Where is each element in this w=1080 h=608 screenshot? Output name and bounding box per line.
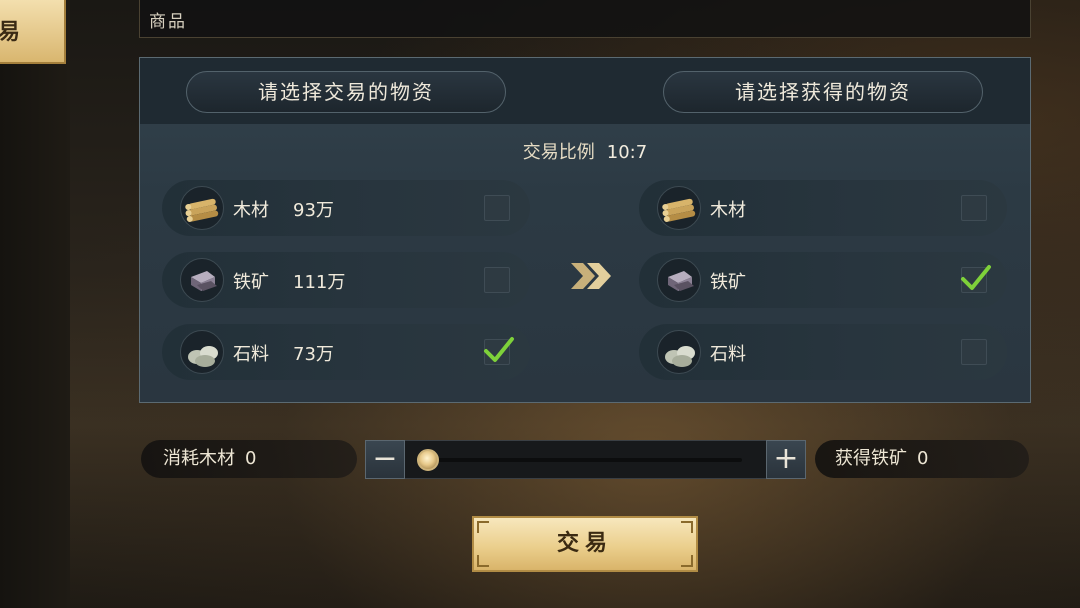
get-item-iron[interactable]: 铁矿: [639, 252, 1007, 308]
quantity-slider[interactable]: [405, 440, 766, 479]
ratio-value: 10:7: [606, 142, 648, 163]
slider-line: [433, 458, 742, 462]
give-item-amount: 111万: [293, 272, 346, 293]
get-item-stone[interactable]: 石料: [639, 324, 1007, 380]
consume-display: 消耗木材 0: [141, 440, 357, 478]
side-tab-trade[interactable]: 易: [0, 0, 66, 64]
trade-panel: 请选择交易的物资 请选择获得的物资 交易比例 10:7 木材 93万 铁矿 11…: [139, 57, 1031, 403]
give-checkbox-wood[interactable]: [484, 195, 510, 221]
give-checkbox-stone[interactable]: [484, 337, 514, 365]
give-item-stone[interactable]: 石料 73万: [162, 324, 530, 380]
get-header: 请选择获得的物资: [663, 71, 983, 113]
iron-ore-icon: [180, 258, 224, 302]
stone-icon: [657, 330, 701, 374]
panel-header: 请选择交易的物资 请选择获得的物资: [140, 58, 1030, 124]
corner-ornament: [477, 521, 489, 533]
give-item-iron[interactable]: 铁矿 111万: [162, 252, 530, 308]
slider-handle[interactable]: [417, 449, 439, 471]
give-item-name: 木材: [233, 200, 269, 221]
side-tab-label: 易: [0, 20, 21, 45]
get-item-name: 木材: [710, 200, 746, 221]
corner-ornament: [681, 555, 693, 567]
trade-button[interactable]: 交易: [472, 516, 698, 572]
wood-icon: [657, 186, 701, 230]
stone-icon: [180, 330, 224, 374]
left-sidebar: [0, 0, 70, 608]
goods-label: 商品: [149, 12, 187, 32]
gain-label: 获得铁矿: [835, 448, 907, 469]
corner-ornament: [477, 555, 489, 567]
trade-button-label: 交易: [556, 531, 613, 556]
give-item-wood[interactable]: 木材 93万: [162, 180, 530, 236]
iron-ore-icon: [657, 258, 701, 302]
give-header: 请选择交易的物资: [186, 71, 506, 113]
give-item-amount: 73万: [293, 344, 334, 365]
get-item-name: 石料: [710, 344, 746, 365]
gain-value: 0: [917, 448, 929, 469]
increase-button[interactable]: +: [766, 440, 806, 479]
give-item-amount: 93万: [293, 200, 334, 221]
consume-label: 消耗木材: [163, 448, 235, 469]
gain-display: 获得铁矿 0: [815, 440, 1029, 478]
wood-icon: [180, 186, 224, 230]
check-icon: [961, 265, 991, 290]
get-checkbox-stone[interactable]: [961, 339, 987, 365]
get-item-wood[interactable]: 木材: [639, 180, 1007, 236]
corner-ornament: [681, 521, 693, 533]
get-checkbox-wood[interactable]: [961, 195, 987, 221]
decrease-button[interactable]: −: [365, 440, 405, 479]
get-item-name: 铁矿: [710, 272, 746, 293]
goods-bar[interactable]: 商品: [139, 0, 1031, 38]
consume-value: 0: [245, 448, 257, 469]
double-chevron-right-icon: [571, 263, 611, 289]
get-checkbox-iron[interactable]: [961, 265, 991, 293]
ratio-label: 交易比例: [522, 142, 595, 163]
trade-ratio: 交易比例 10:7: [140, 138, 1030, 164]
give-checkbox-iron[interactable]: [484, 267, 510, 293]
check-icon: [484, 337, 514, 362]
give-item-name: 石料: [233, 344, 269, 365]
give-item-name: 铁矿: [233, 272, 269, 293]
